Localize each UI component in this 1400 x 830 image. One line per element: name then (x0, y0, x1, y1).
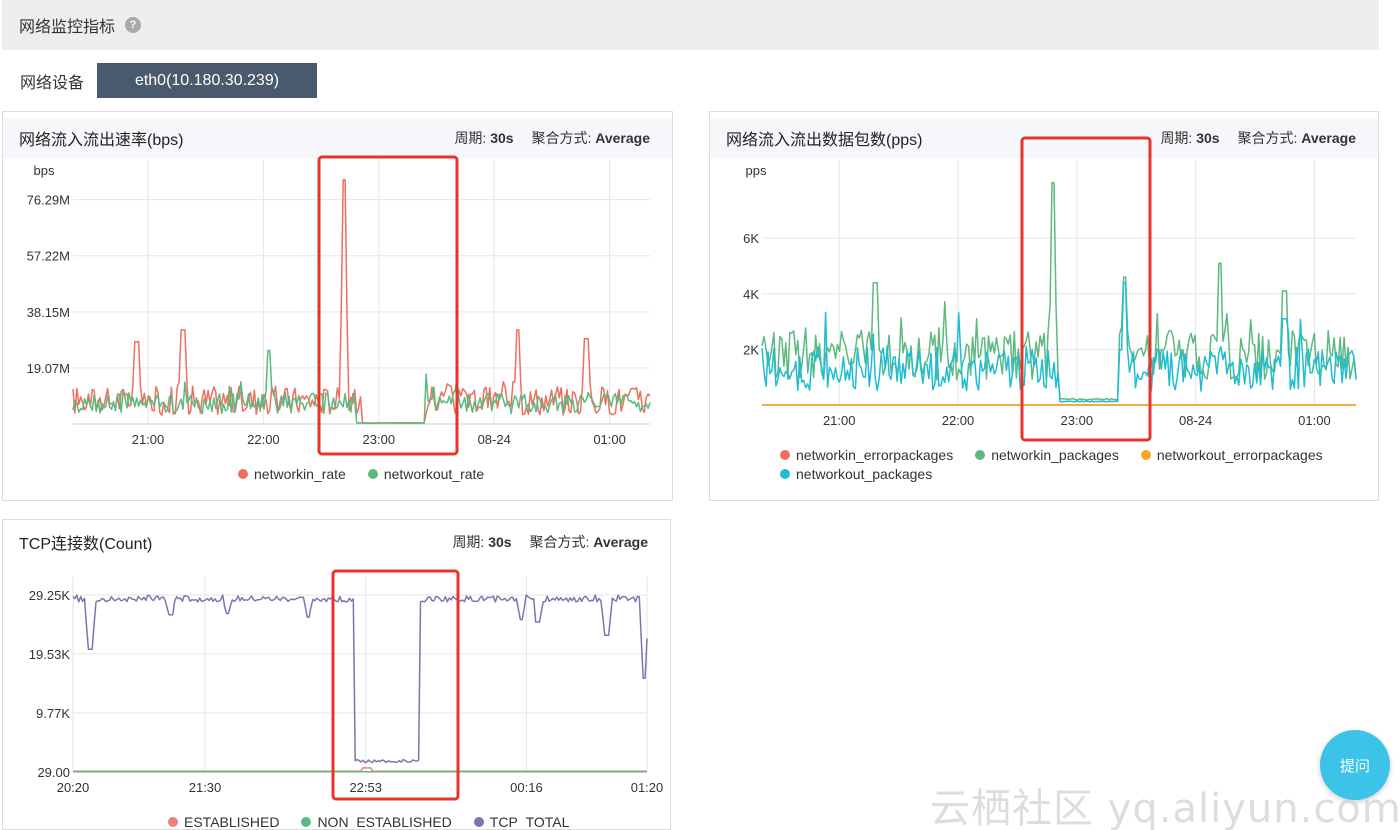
y-tick-label: 4K (743, 287, 759, 302)
legend-dot-icon (780, 468, 790, 479)
panel-network-packets: 网络流入流出数据包数(pps) 周期: 30s 聚合方式: Average pp… (709, 111, 1379, 501)
legend-dot-icon (975, 449, 986, 460)
watermark: 云栖社区 yq.aliyun.com (930, 786, 1400, 830)
y-tick-label: 29.00 (37, 765, 70, 780)
x-tick-label: 23:00 (1061, 413, 1094, 428)
legend-label: networkin_rate (254, 465, 346, 482)
section-header: 网络监控指标 ? (2, 0, 1379, 50)
highlight-box (331, 569, 460, 801)
legend-label: ESTABLISHED (184, 813, 280, 830)
chart-tcp-connections: 29.25K 19.53K 9.77K 29.0020:20 21:30 22:53 00:… (29, 569, 664, 801)
x-tick-label: 22:00 (247, 432, 280, 447)
chart-network-rate: bps 76.29M 57.22M 38.15M 19.07M 21:00 22:00 23:… (27, 155, 651, 456)
panel-network-rate: 网络流入流出速率(bps) 周期: 30s 聚合方式: Average bps 7… (2, 111, 673, 501)
x-tick-label: 20:20 (57, 780, 90, 795)
y-tick-label: 76.29M (27, 193, 70, 208)
series-line-networkin_rate (72, 179, 651, 424)
legend-dot-icon (168, 816, 178, 827)
legend-item[interactable]: networkout_errorpackages (1140, 445, 1323, 464)
x-tick-label: 08-24 (1179, 413, 1212, 428)
series-line-ESTABLISHED (73, 767, 647, 773)
x-tick-label: 23:00 (363, 432, 396, 447)
y-tick-label: 6K (743, 231, 759, 246)
legend-label: networkin_packages (991, 446, 1119, 463)
x-tick-label: 22:00 (942, 413, 975, 428)
highlight-box (1020, 136, 1152, 442)
section-title: 网络监控指标 (19, 19, 116, 36)
x-tick-label: 21:00 (132, 432, 165, 447)
legend-item[interactable]: networkin_packages (975, 445, 1119, 464)
y-tick-label: 19.07M (27, 361, 70, 376)
y-tick-label: 2K (743, 342, 759, 357)
x-tick-label: 01:20 (631, 780, 664, 795)
legend-item[interactable]: networkin_rate (238, 464, 346, 483)
device-row: 网络设备 eth0(10.180.30.239) (20, 63, 317, 98)
legend-dot-icon (238, 468, 248, 479)
legend-label: TCP_TOTAL (489, 813, 570, 830)
y-axis-unit: pps (746, 163, 767, 178)
legend-dot-icon (780, 449, 790, 460)
y-tick-label: 57.22M (27, 249, 70, 264)
legend-dot-icon (473, 816, 484, 827)
device-label: 网络设备 (20, 74, 85, 92)
legend-item[interactable]: ESTABLISHED (168, 812, 280, 830)
legend-item[interactable]: networkout_rate (367, 464, 485, 483)
legend-label: networkin_errorpackages (796, 446, 954, 463)
legend-label: networkout_packages (796, 465, 933, 482)
legend-dot-icon (367, 468, 378, 479)
legend-item[interactable]: TCP_TOTAL (473, 812, 570, 830)
panel-tcp-connections: TCP连接数(Count) 周期: 30s 聚合方式: Average 29.2… (2, 519, 671, 830)
x-tick-label: 22:53 (349, 780, 382, 795)
y-tick-label: 9.77K (36, 706, 70, 721)
x-tick-label: 08-24 (478, 432, 511, 447)
question-circle-icon[interactable]: ? (125, 17, 142, 33)
chart-legend: networkin_errorpackages networkin_package… (780, 445, 1378, 483)
legend-label: networkout_rate (383, 465, 485, 482)
chart-network-packets: pps 6K 4K 2K 21:00 22:00 23:00 08-24 01:00 (743, 136, 1357, 442)
x-tick-label: 01:00 (1298, 413, 1331, 428)
x-tick-label: 21:30 (189, 780, 222, 795)
legend-label: networkout_errorpackages (1156, 446, 1323, 463)
chart-legend: ESTABLISHED NON_ESTABLISHED TCP_TOTAL (168, 812, 591, 830)
x-tick-label: 01:00 (593, 432, 626, 447)
chart-legend: networkin_rate networkout_rate (238, 464, 506, 483)
y-tick-label: 29.25K (29, 588, 71, 603)
series-line-TCP_TOTAL (72, 594, 648, 764)
legend-item[interactable]: NON_ESTABLISHED (301, 812, 452, 830)
legend-item[interactable]: networkout_packages (780, 464, 932, 483)
y-axis-unit: bps (34, 163, 55, 178)
y-tick-label: 38.15M (27, 305, 70, 320)
y-tick-label: 19.53K (29, 647, 71, 662)
x-tick-label: 21:00 (823, 413, 856, 428)
legend-dot-icon (1140, 449, 1151, 460)
series-line-networkout_packages (761, 281, 1357, 403)
device-selector[interactable]: eth0(10.180.30.239) (97, 63, 317, 98)
x-tick-label: 00:16 (510, 780, 543, 795)
legend-item[interactable]: networkin_errorpackages (780, 445, 953, 464)
legend-dot-icon (301, 816, 312, 827)
legend-label: NON_ESTABLISHED (317, 813, 452, 830)
